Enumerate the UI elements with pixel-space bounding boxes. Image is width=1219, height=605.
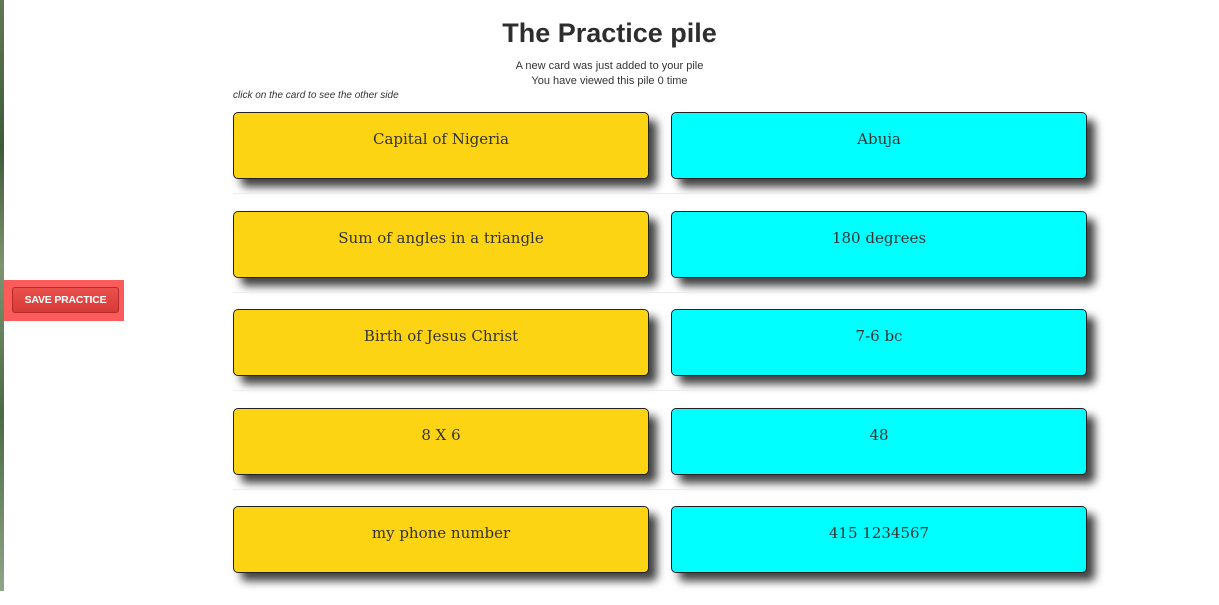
card-back[interactable]: 7-6 bc <box>671 309 1087 376</box>
row-divider <box>233 390 1088 391</box>
card-pile: Capital of Nigeria Abuja Sum of angles i… <box>233 112 1088 605</box>
card-row: 8 X 6 48 <box>233 407 1088 507</box>
card-hint: click on the card to see the other side <box>233 90 399 101</box>
view-count: You have viewed this pile 0 time <box>531 75 688 87</box>
row-divider <box>233 291 1088 293</box>
card-front[interactable]: my phone number <box>233 506 649 573</box>
row-divider <box>233 193 1088 194</box>
card-back[interactable]: 415 1234567 <box>671 506 1087 573</box>
card-front[interactable]: Capital of Nigeria <box>233 112 649 179</box>
page-title: The Practice pile <box>502 18 717 48</box>
card-front[interactable]: Sum of angles in a triangle <box>233 210 649 278</box>
status-message: A new card was just added to your pile <box>515 60 704 72</box>
card-back[interactable]: Abuja <box>671 112 1087 179</box>
card-row: Capital of Nigeria Abuja <box>233 112 1088 211</box>
card-row: Birth of Jesus Christ 7-6 bc <box>233 309 1088 408</box>
card-front[interactable]: 8 X 6 <box>233 407 649 475</box>
card-row: Sum of angles in a triangle 180 degrees <box>233 210 1088 310</box>
save-practice-highlight: SAVE PRACTICE <box>4 280 124 321</box>
card-back[interactable]: 180 degrees <box>671 210 1087 278</box>
row-divider <box>233 488 1088 490</box>
save-practice-button[interactable]: SAVE PRACTICE <box>12 287 119 313</box>
card-back[interactable]: 48 <box>671 407 1087 475</box>
card-row: my phone number 415 1234567 <box>233 506 1088 605</box>
card-front[interactable]: Birth of Jesus Christ <box>233 309 649 376</box>
